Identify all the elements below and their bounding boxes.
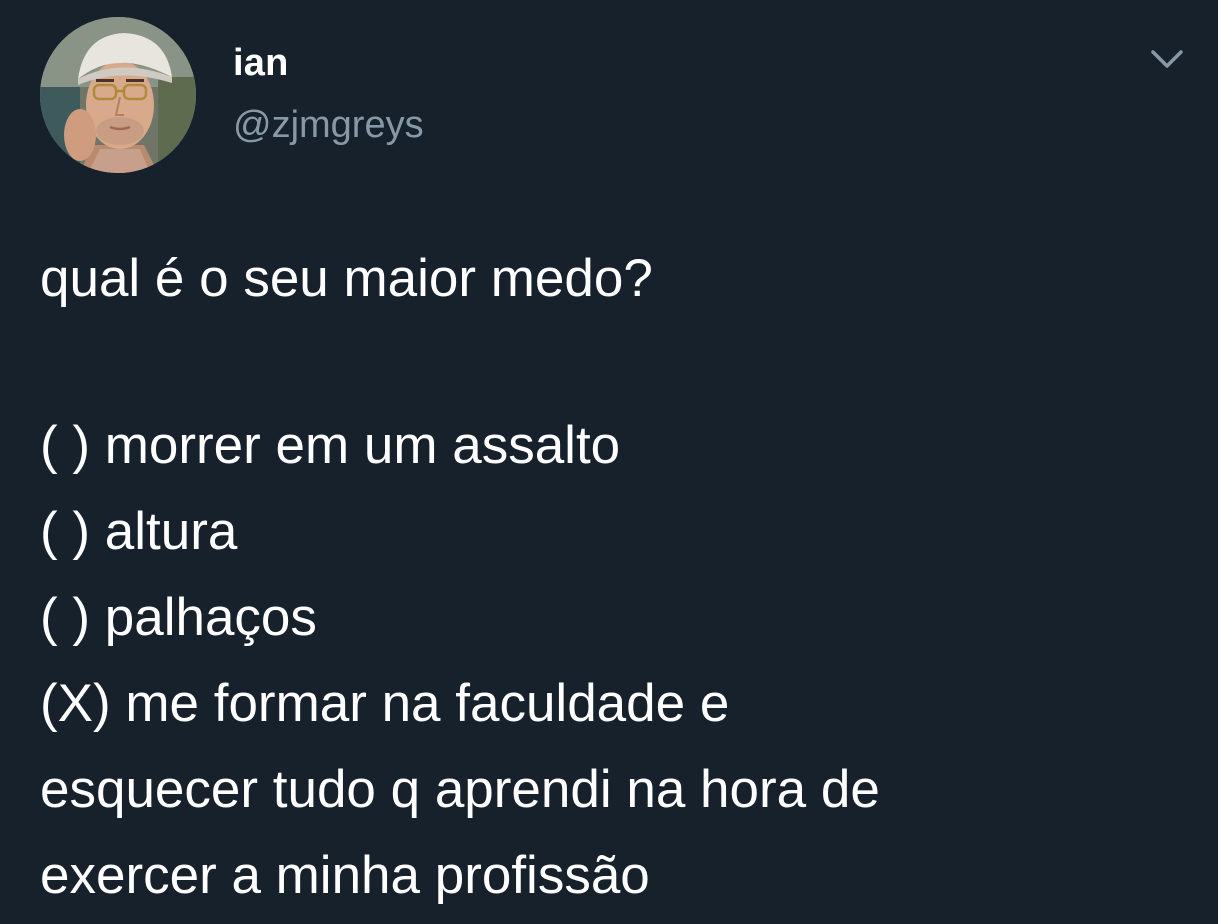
tweet-menu-button[interactable]	[1147, 44, 1187, 74]
chevron-down-icon	[1151, 50, 1183, 68]
tweet-text: qual é o seu maior medo? ( ) morrer em u…	[40, 236, 1190, 919]
tweet-text-line: qual é o seu maior medo?	[40, 249, 653, 308]
tweet-text-line: esquecer tudo q aprendi na hora de	[40, 760, 880, 819]
tweet-text-line: ( ) altura	[40, 502, 238, 561]
tweet-text-line: ( ) morrer em um assalto	[40, 416, 621, 475]
tweet-card: ian @zjmgreys qual é o seu maior medo? (…	[0, 0, 1218, 924]
author-handle[interactable]: @zjmgreys	[233, 104, 424, 147]
avatar-photo-icon	[40, 17, 196, 173]
tweet-text-line: (X) me formar na faculdade e	[40, 674, 730, 733]
tweet-text-line: exercer a minha profissão	[40, 846, 650, 905]
author-avatar[interactable]	[40, 17, 196, 173]
tweet-text-line: ( ) palhaços	[40, 588, 317, 647]
author-display-name[interactable]: ian	[233, 42, 289, 85]
